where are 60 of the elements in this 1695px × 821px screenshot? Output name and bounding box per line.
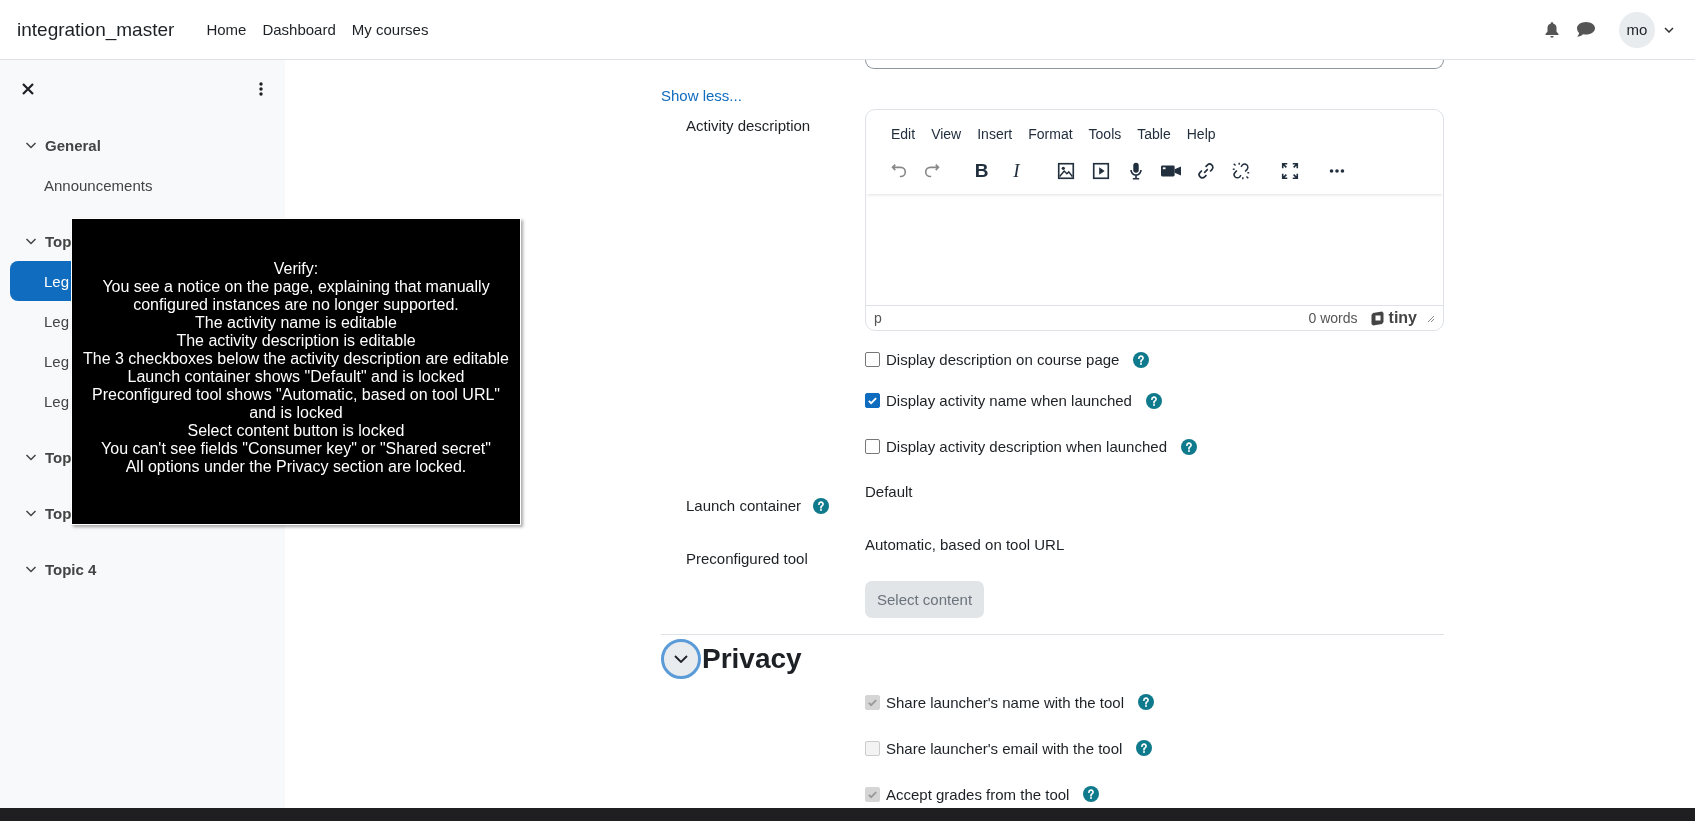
collapse-button[interactable] — [661, 639, 701, 679]
close-icon[interactable] — [22, 83, 34, 95]
checkbox-label[interactable]: Display activity description when launched — [886, 438, 1167, 455]
instructions-tooltip: Verify: You see a notice on the page, explaining that manually configured instances are no longer supported. The activity name is editable The activity description is editable The 3 checkboxes below the activity description are editable Launch container shows "Default" and is locked Preconfigured tool shows "Automatic, based on tool URL" and is locked Select content button is locked You can't see fields "Consumer key" or "Shared secret" All options under the Privacy section are locked. — [71, 218, 521, 525]
link-icon[interactable] — [1195, 161, 1216, 181]
checkbox-label[interactable]: Display description on course page — [886, 351, 1120, 368]
section-heading: Privacy — [702, 643, 802, 675]
notification-icon[interactable] — [1545, 21, 1559, 38]
user-avatar[interactable]: mo — [1619, 11, 1655, 48]
word-count[interactable]: 0 words — [1308, 310, 1358, 326]
checkbox-label[interactable]: Display activity name when launched — [886, 392, 1132, 409]
play-icon[interactable] — [1090, 161, 1111, 181]
course-index-item[interactable]: Announcements — [10, 165, 275, 205]
chevron-icon — [674, 655, 688, 663]
field-label: Preconfigured tool — [686, 548, 808, 569]
editor-menu-item[interactable]: Help — [1178, 126, 1224, 142]
section-title[interactable]: Top — [45, 504, 72, 522]
section-title[interactable]: Topic 4 — [45, 560, 97, 578]
checkbox[interactable] — [865, 352, 880, 367]
show-less-link[interactable]: Show less... — [661, 87, 742, 105]
fullscreen-icon[interactable] — [1279, 161, 1300, 181]
rich-text-editor[interactable]: Edit View Insert Format Tools Table Help B I p 0 words tiny — [865, 109, 1444, 331]
caret-icon[interactable] — [1664, 26, 1674, 33]
checkbox[interactable] — [865, 393, 880, 408]
checkbox[interactable] — [865, 439, 880, 454]
resize-grip-icon[interactable] — [1425, 313, 1435, 323]
field-label: Activity description — [686, 117, 811, 134]
help-icon[interactable] — [1136, 740, 1153, 756]
image-icon[interactable] — [1055, 161, 1076, 181]
tiny-brand[interactable]: tiny — [1388, 309, 1417, 327]
section-title[interactable]: General — [45, 136, 101, 154]
tiny-logo-icon[interactable] — [1369, 310, 1386, 326]
nav-link[interactable]: My courses — [351, 21, 429, 38]
field-label: Launch container — [686, 495, 802, 516]
editor-menu-item[interactable]: View — [923, 126, 970, 142]
nav-link[interactable]: Dashboard — [262, 21, 336, 38]
field-value: Default — [865, 482, 914, 502]
field-value: Automatic, based on tool URL — [865, 535, 1066, 555]
section-title[interactable]: Top — [45, 448, 72, 466]
help-icon[interactable] — [1138, 694, 1154, 710]
element-path[interactable]: p — [874, 310, 882, 326]
editor-menu-item[interactable]: Format — [1020, 126, 1081, 142]
broken-link-icon[interactable] — [1230, 161, 1251, 181]
nav-link[interactable]: Home — [206, 21, 247, 38]
site-name[interactable]: integration_master — [17, 18, 175, 41]
section-title[interactable]: Top — [45, 232, 72, 250]
editor-menu-item[interactable]: Table — [1129, 126, 1179, 142]
editor-menu-item[interactable]: Edit — [883, 126, 924, 142]
help-icon[interactable] — [1083, 786, 1100, 802]
help-icon[interactable] — [813, 497, 830, 514]
more-options-icon[interactable] — [259, 82, 263, 96]
editor-menu-item[interactable]: Tools — [1080, 126, 1130, 142]
help-icon[interactable] — [1145, 392, 1162, 409]
editor-menu-item[interactable]: Insert — [969, 126, 1021, 142]
italic-button[interactable]: I — [999, 154, 1034, 188]
help-icon[interactable] — [1181, 438, 1197, 455]
check-icon — [867, 395, 878, 406]
bold-button[interactable]: B — [964, 154, 999, 188]
help-icon[interactable] — [1133, 351, 1150, 368]
chat-bubble-icon[interactable] — [1577, 22, 1595, 37]
